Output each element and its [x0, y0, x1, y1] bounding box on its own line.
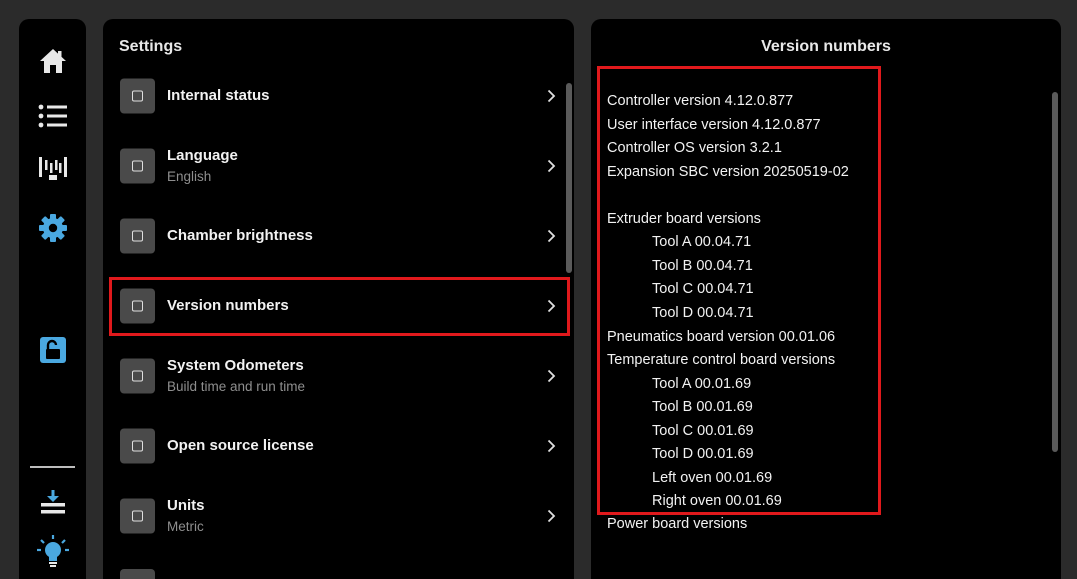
menu-item-internal-status[interactable]: Internal status — [103, 61, 563, 131]
download-icon[interactable] — [19, 488, 86, 518]
version-scrollbar[interactable] — [1052, 92, 1058, 452]
menu-item-sub: Build time and run time — [167, 379, 306, 394]
menu-item-label: Open source license — [167, 437, 314, 454]
menu-item-label: Chamber brightness — [167, 227, 313, 244]
menu-item-icon — [120, 428, 155, 464]
settings-panel: Settings Internal status Language Englis… — [103, 19, 574, 579]
gear-icon[interactable] — [19, 211, 86, 245]
chevron-right-icon — [547, 159, 556, 173]
nav-divider — [30, 466, 75, 468]
menu-item-icon — [120, 148, 155, 184]
version-highlight-box — [597, 66, 881, 515]
menu-item-label: Language — [167, 147, 238, 164]
nav-rail — [19, 19, 86, 579]
selected-item-highlight — [109, 277, 570, 336]
menu-item-sub: English — [167, 169, 212, 184]
menu-item-label: Units — [167, 497, 205, 514]
version-numbers-panel: Version numbers Controller version 4.12.… — [591, 19, 1061, 579]
print-queue-icon[interactable] — [19, 152, 86, 184]
home-icon[interactable] — [19, 45, 86, 77]
version-panel-title: Version numbers — [761, 38, 891, 55]
chevron-right-icon — [547, 509, 556, 523]
menu-item-units[interactable]: Units Metric — [103, 481, 563, 551]
menu-item-language[interactable]: Language English — [103, 131, 563, 201]
menu-item-label: System Odometers — [167, 357, 304, 374]
menu-item-sub: Metric — [167, 519, 204, 534]
menu-item-icon — [120, 78, 155, 114]
lock-open-icon[interactable] — [19, 335, 86, 365]
menu-item-icon — [120, 218, 155, 254]
chevron-right-icon — [547, 89, 556, 103]
settings-scrollbar[interactable] — [566, 83, 572, 273]
menu-item-label: Internal status — [167, 87, 270, 104]
chevron-right-icon — [547, 229, 556, 243]
menu-item-system-odometers[interactable]: System Odometers Build time and run time — [103, 341, 563, 411]
lightbulb-icon[interactable] — [19, 533, 86, 569]
menu-item-icon — [120, 498, 155, 534]
settings-title: Settings — [119, 38, 183, 55]
menu-item-icon-partial — [120, 569, 155, 579]
menu-item-icon — [120, 358, 155, 394]
list-icon[interactable] — [19, 100, 86, 132]
version-line: Power board versions — [607, 516, 748, 532]
chevron-right-icon — [547, 439, 556, 453]
chevron-right-icon — [547, 369, 556, 383]
menu-item-open-source-license[interactable]: Open source license — [103, 411, 563, 481]
menu-item-chamber-brightness[interactable]: Chamber brightness — [103, 201, 563, 271]
